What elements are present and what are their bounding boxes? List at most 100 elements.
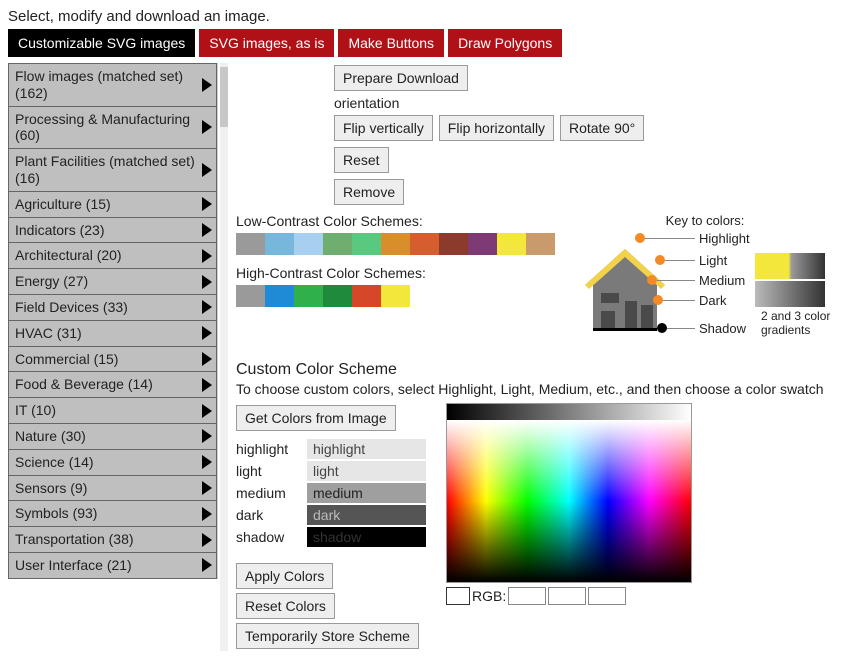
rgb-b-input[interactable] xyxy=(588,587,626,605)
sidebar-item-14[interactable]: Sensors (9) xyxy=(8,475,217,501)
low-swatches-7[interactable] xyxy=(439,233,468,255)
remove-button[interactable]: Remove xyxy=(334,179,404,205)
chevron-right-icon xyxy=(202,481,212,495)
key-dark-label: Dark xyxy=(699,293,726,308)
tab-3[interactable]: Draw Polygons xyxy=(448,29,562,57)
chevron-right-icon xyxy=(202,249,212,263)
hilo-label-shadow[interactable]: shadow xyxy=(236,529,301,545)
tab-0[interactable]: Customizable SVG images xyxy=(8,29,195,57)
low-swatches-2[interactable] xyxy=(294,233,323,255)
high-swatches-1[interactable] xyxy=(265,285,294,307)
chevron-right-icon xyxy=(202,78,212,92)
chevron-right-icon xyxy=(202,455,212,469)
low-contrast-swatches[interactable] xyxy=(236,233,555,255)
get-colors-button[interactable]: Get Colors from Image xyxy=(236,405,396,431)
hilo-value-shadow: shadow xyxy=(307,527,426,547)
hilo-label-highlight[interactable]: highlight xyxy=(236,441,301,457)
chevron-right-icon xyxy=(202,326,212,340)
high-swatches-3[interactable] xyxy=(323,285,352,307)
key-medium-label: Medium xyxy=(699,273,745,288)
category-sidebar: Flow images (matched set) (162)Processin… xyxy=(8,63,218,651)
high-contrast-label: High-Contrast Color Schemes: xyxy=(236,265,555,281)
key-title: Key to colors: xyxy=(575,213,835,228)
high-swatches-4[interactable] xyxy=(352,285,381,307)
sidebar-item-12[interactable]: Nature (30) xyxy=(8,423,217,449)
chevron-right-icon xyxy=(202,223,212,237)
tab-bar: Customizable SVG imagesSVG images, as is… xyxy=(8,29,842,57)
sidebar-item-13[interactable]: Science (14) xyxy=(8,449,217,475)
low-contrast-label: Low-Contrast Color Schemes: xyxy=(236,213,555,229)
key-light-label: Light xyxy=(699,253,727,268)
low-swatches-5[interactable] xyxy=(381,233,410,255)
key-gradients-label: 2 and 3 color gradients xyxy=(761,309,831,337)
chevron-right-icon xyxy=(202,275,212,289)
hilo-value-dark: dark xyxy=(307,505,426,525)
tab-1[interactable]: SVG images, as is xyxy=(199,29,334,57)
high-swatches-5[interactable] xyxy=(381,285,410,307)
hilo-value-highlight: highlight xyxy=(307,439,426,459)
low-swatches-10[interactable] xyxy=(526,233,555,255)
sidebar-item-8[interactable]: HVAC (31) xyxy=(8,320,217,346)
sidebar-item-10[interactable]: Food & Beverage (14) xyxy=(8,371,217,397)
rgb-preview-swatch xyxy=(446,587,470,605)
color-key-diagram: Key to colors: Highlight xyxy=(575,213,835,353)
orientation-label: orientation xyxy=(334,95,842,111)
sidebar-item-1[interactable]: Processing & Manufacturing (60) xyxy=(8,106,217,149)
tab-2[interactable]: Make Buttons xyxy=(338,29,444,57)
low-swatches-0[interactable] xyxy=(236,233,265,255)
chevron-right-icon xyxy=(202,197,212,211)
sidebar-item-0[interactable]: Flow images (matched set) (162) xyxy=(8,63,217,106)
custom-scheme-desc: To choose custom colors, select Highligh… xyxy=(236,381,842,397)
low-swatches-9[interactable] xyxy=(497,233,526,255)
sidebar-item-11[interactable]: IT (10) xyxy=(8,397,217,423)
hilo-label-light[interactable]: light xyxy=(236,463,301,479)
color-palette[interactable] xyxy=(446,403,692,583)
chevron-right-icon xyxy=(202,429,212,443)
low-swatches-6[interactable] xyxy=(410,233,439,255)
rgb-r-input[interactable] xyxy=(508,587,546,605)
chevron-right-icon xyxy=(202,163,212,177)
sidebar-item-5[interactable]: Architectural (20) xyxy=(8,242,217,268)
sidebar-item-7[interactable]: Field Devices (33) xyxy=(8,294,217,320)
sidebar-item-15[interactable]: Symbols (93) xyxy=(8,500,217,526)
rotate-90-button[interactable]: Rotate 90° xyxy=(560,115,644,141)
sidebar-item-3[interactable]: Agriculture (15) xyxy=(8,191,217,217)
custom-scheme-heading: Custom Color Scheme xyxy=(236,361,842,379)
flip-horizontal-button[interactable]: Flip horizontally xyxy=(439,115,554,141)
sidebar-item-17[interactable]: User Interface (21) xyxy=(8,552,217,579)
sidebar-item-9[interactable]: Commercial (15) xyxy=(8,346,217,372)
key-shadow-label: Shadow xyxy=(699,321,746,336)
chevron-right-icon xyxy=(202,404,212,418)
sidebar-scrollbar[interactable] xyxy=(220,63,228,651)
rgb-g-input[interactable] xyxy=(548,587,586,605)
hilo-value-light: light xyxy=(307,461,426,481)
house-icon xyxy=(575,235,675,335)
chevron-right-icon xyxy=(202,558,212,572)
key-highlight-label: Highlight xyxy=(699,231,750,246)
sidebar-item-16[interactable]: Transportation (38) xyxy=(8,526,217,552)
chevron-right-icon xyxy=(202,300,212,314)
chevron-right-icon xyxy=(202,120,212,134)
low-swatches-4[interactable] xyxy=(352,233,381,255)
high-swatches-0[interactable] xyxy=(236,285,265,307)
low-swatches-8[interactable] xyxy=(468,233,497,255)
sidebar-item-6[interactable]: Energy (27) xyxy=(8,268,217,294)
low-swatches-3[interactable] xyxy=(323,233,352,255)
page-intro: Select, modify and download an image. xyxy=(8,8,842,25)
apply-colors-button[interactable]: Apply Colors xyxy=(236,563,333,589)
sidebar-item-2[interactable]: Plant Facilities (matched set) (16) xyxy=(8,148,217,191)
chevron-right-icon xyxy=(202,352,212,366)
sidebar-item-4[interactable]: Indicators (23) xyxy=(8,217,217,243)
hilo-label-dark[interactable]: dark xyxy=(236,507,301,523)
prepare-download-button[interactable]: Prepare Download xyxy=(334,65,468,91)
reset-colors-button[interactable]: Reset Colors xyxy=(236,593,335,619)
reset-button[interactable]: Reset xyxy=(334,147,389,173)
high-contrast-swatches[interactable] xyxy=(236,285,555,307)
temp-store-button[interactable]: Temporarily Store Scheme xyxy=(236,623,419,649)
high-swatches-2[interactable] xyxy=(294,285,323,307)
low-swatches-1[interactable] xyxy=(265,233,294,255)
chevron-right-icon xyxy=(202,378,212,392)
hilo-label-medium[interactable]: medium xyxy=(236,485,301,501)
chevron-right-icon xyxy=(202,507,212,521)
flip-vertical-button[interactable]: Flip vertically xyxy=(334,115,433,141)
